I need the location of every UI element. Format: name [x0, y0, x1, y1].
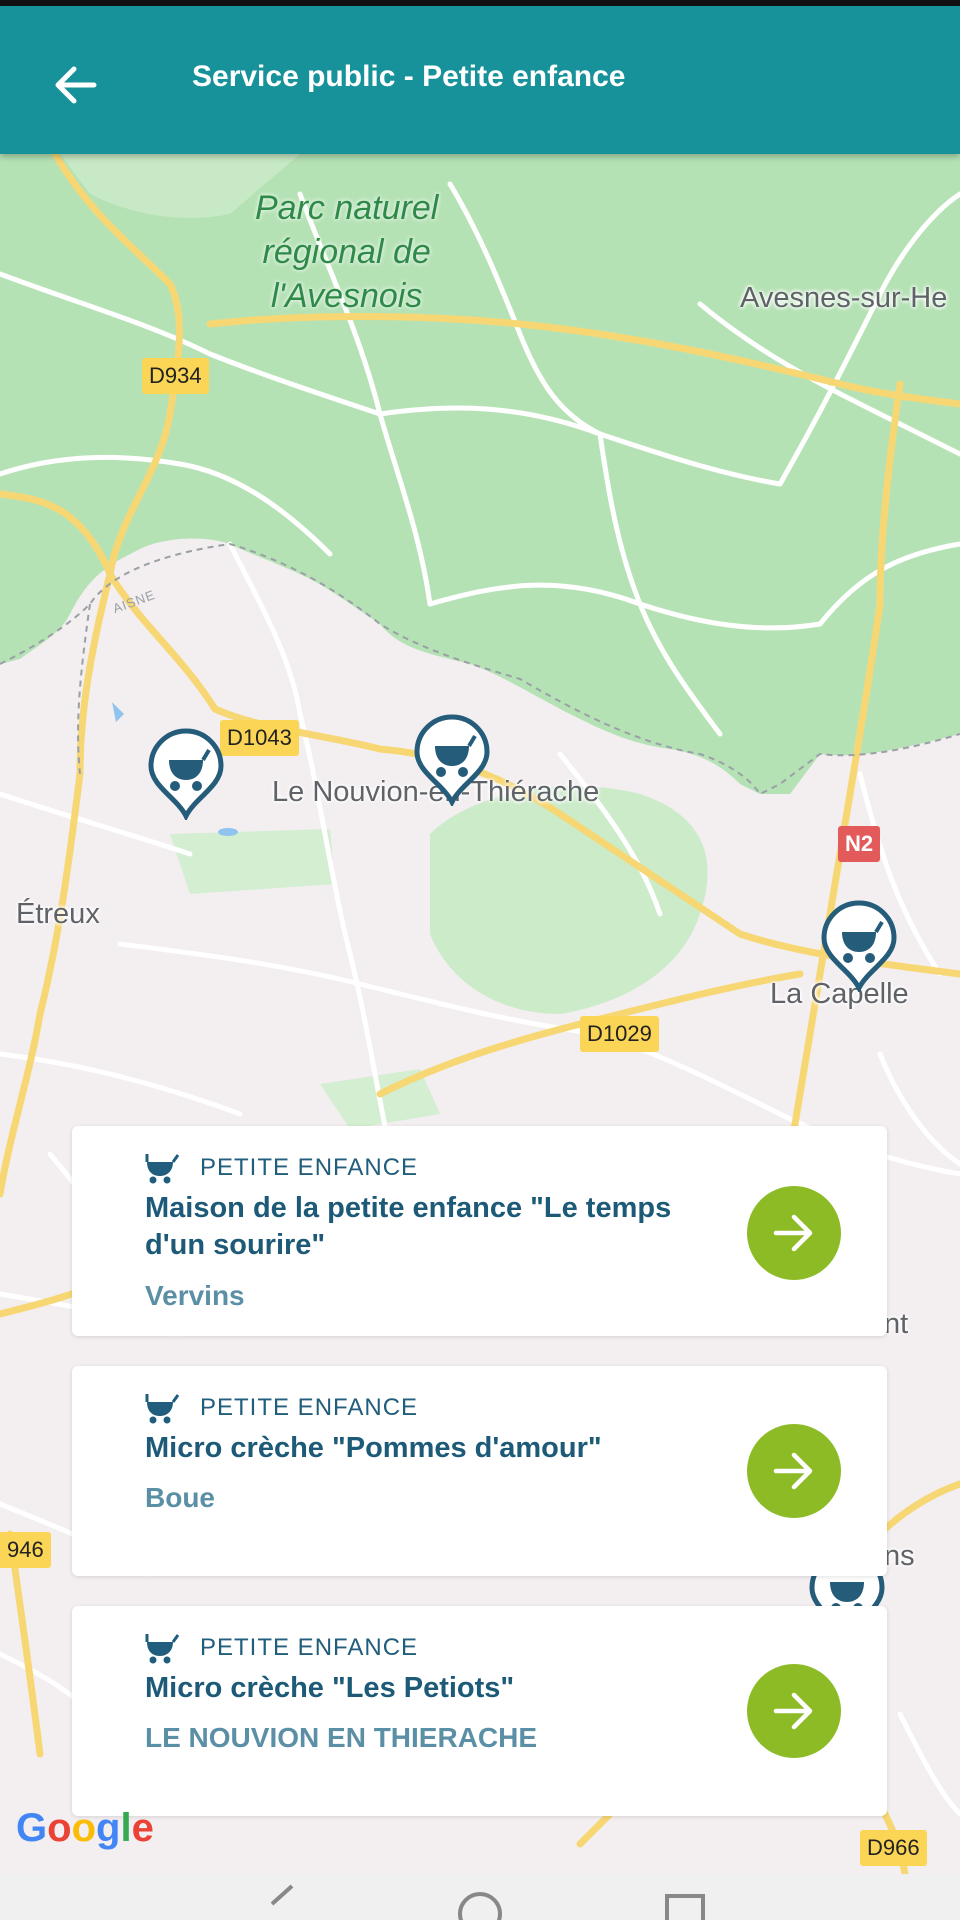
card-title: Micro crèche "Pommes d'amour"	[145, 1432, 602, 1464]
open-details-button[interactable]	[747, 1186, 841, 1280]
road-shield: D934	[142, 358, 209, 394]
back-button[interactable]	[40, 50, 110, 120]
park-label-line: Parc naturel	[255, 189, 439, 227]
google-letter: o	[71, 1806, 96, 1850]
google-letter: e	[131, 1806, 154, 1850]
google-letter: g	[96, 1806, 121, 1850]
card-city: Vervins	[145, 1280, 245, 1311]
card-category: PETITE ENFANCE	[144, 1152, 418, 1184]
place-label-edge: ns	[884, 1540, 915, 1572]
card-category: PETITE ENFANCE	[144, 1632, 418, 1664]
arrow-right-icon	[773, 1452, 813, 1490]
arrow-right-icon	[773, 1214, 813, 1252]
park-label-line: l'Avesnois	[270, 277, 423, 315]
map-marker[interactable]	[147, 728, 225, 822]
google-letter: l	[120, 1806, 132, 1850]
road-shield: 946	[0, 1532, 51, 1568]
result-card[interactable]: PETITE ENFANCE Micro crèche "Pommes d'am…	[72, 1366, 887, 1576]
arrow-right-icon	[773, 1692, 813, 1730]
road-shield: D966	[860, 1830, 927, 1866]
stroller-icon	[414, 714, 490, 808]
category-label: PETITE ENFANCE	[200, 1154, 419, 1181]
road-shield: D1043	[220, 720, 299, 756]
park-label-line: régional de	[262, 233, 431, 271]
card-title: Maison de la petite enfance "Le temps d'…	[145, 1192, 672, 1261]
card-category: PETITE ENFANCE	[144, 1392, 418, 1424]
nav-back-icon[interactable]	[262, 1874, 302, 1920]
category-label: PETITE ENFANCE	[200, 1634, 419, 1661]
place-label-edge: nt	[884, 1308, 909, 1340]
system-nav-bar	[0, 1874, 960, 1920]
arrow-left-icon	[55, 66, 97, 104]
stroller-icon	[148, 728, 224, 822]
stroller-icon	[145, 1634, 180, 1664]
map-marker[interactable]	[413, 714, 491, 808]
stroller-icon	[821, 900, 897, 994]
page-title: Service public - Petite enfance	[192, 60, 626, 93]
road-shield: D1029	[580, 1016, 659, 1052]
park-label: Parc naturel régional de l'Avesnois	[255, 186, 438, 318]
stroller-icon	[145, 1154, 180, 1184]
card-city: Boue	[145, 1482, 215, 1513]
category-label: PETITE ENFANCE	[200, 1394, 419, 1421]
card-city: LE NOUVION EN THIERACHE	[145, 1722, 538, 1753]
card-title: Micro crèche "Les Petiots"	[145, 1672, 515, 1704]
app-bar: Service public - Petite enfance	[0, 6, 960, 154]
google-logo: Google	[16, 1806, 154, 1851]
result-card[interactable]: PETITE ENFANCE Maison de la petite enfan…	[72, 1126, 887, 1336]
result-card[interactable]: PETITE ENFANCE Micro crèche "Les Petiots…	[72, 1606, 887, 1816]
nav-recents-icon[interactable]	[660, 1874, 710, 1920]
place-label-etreux: Étreux	[16, 898, 100, 930]
nav-home-icon[interactable]	[450, 1874, 510, 1920]
open-details-button[interactable]	[747, 1664, 841, 1758]
google-letter: o	[47, 1806, 72, 1850]
map-marker[interactable]	[820, 900, 898, 994]
road-shield: N2	[838, 826, 881, 862]
open-details-button[interactable]	[747, 1424, 841, 1518]
google-letter: G	[16, 1806, 48, 1850]
stroller-icon	[145, 1394, 180, 1424]
place-label-avesnes: Avesnes-sur-He	[740, 282, 948, 314]
